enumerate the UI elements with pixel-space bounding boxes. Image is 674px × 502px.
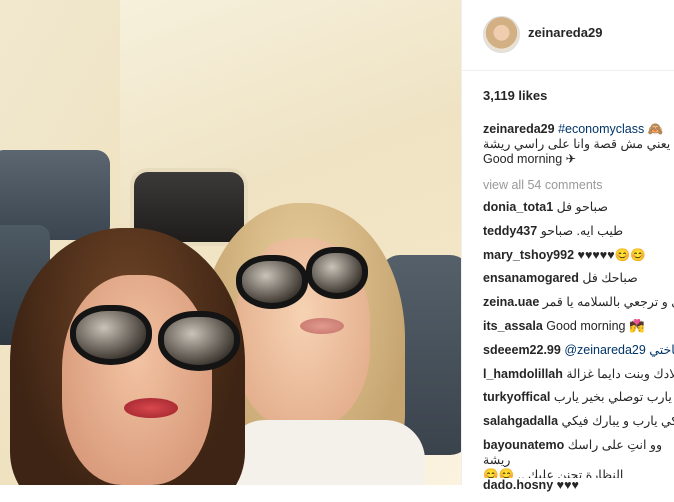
post-username[interactable]: zeinareda29 <box>528 25 602 40</box>
likes-count[interactable]: 3,119 likes <box>483 88 547 103</box>
post-photo[interactable] <box>0 0 461 485</box>
person-right-lips <box>300 318 344 334</box>
comment-username[interactable]: turkyoffical <box>483 390 550 404</box>
post-side-panel: zeinareda29 3,119 likes zeinareda29 #eco… <box>461 0 674 492</box>
comment-username[interactable]: donia_tota1 <box>483 200 553 214</box>
comment-text: طيب ايه. صباحو <box>540 223 624 238</box>
comment-username[interactable]: bayounatemo <box>483 438 564 452</box>
comment-item: ensanamogared صباحك فل <box>483 271 674 295</box>
comments-list: donia_tota1 صباحو فل teddy437 طيب ايه. ص… <box>483 200 674 502</box>
caption-greeting: Good morning ✈ <box>483 152 577 166</box>
comment-text: تروحي و ترجعي بالسلامه يا قمر <box>542 295 674 310</box>
person-right-shirt <box>225 420 425 485</box>
post-header: zeinareda29 <box>462 0 674 71</box>
comment-text-continued: النظارة تجنن عليكِ .. 😊😊 <box>483 467 624 478</box>
caption-arabic-text: عادي يعني مش قصة وانا على راسي ريشة <box>483 137 673 151</box>
comment-item: donia_tota1 صباحو فل <box>483 200 674 224</box>
comment-username[interactable]: salahgadalla <box>483 414 558 428</box>
comment-username[interactable]: ensanamogared <box>483 271 579 285</box>
comment-item: its_assala Good morning 💏 <box>483 319 674 343</box>
post-caption: zeinareda29 #economyclass 🙈 عادي يعني مش… <box>483 122 673 167</box>
comment-item: zeina.uae تروحي و ترجعي بالسلامه يا قمر <box>483 295 674 319</box>
comment-username[interactable]: teddy437 <box>483 224 537 238</box>
person-left-face <box>62 275 212 485</box>
comment-text: Good morning 💏 <box>546 318 645 333</box>
comment-item: dado.hosny ♥♥♥ <box>483 478 674 502</box>
caption-hashtag[interactable]: #economyclass <box>558 122 644 136</box>
comment-item: salahgadalla وديكي يارب و يبارك فيكي <box>483 414 674 438</box>
comment-text: @zeinareda29 ياختي <box>564 342 674 357</box>
caption-username[interactable]: zeinareda29 <box>483 122 555 136</box>
monkey-icon: 🙈 <box>647 122 664 136</box>
comment-item: l_hamdolillah ولادك وبنت دايما غزالة <box>483 367 674 391</box>
comment-text: صباحو فل <box>556 200 608 214</box>
comment-username[interactable]: l_hamdolillah <box>483 367 563 381</box>
comment-text: ♥♥♥♥♥😊😊 <box>577 247 646 262</box>
view-all-comments-link[interactable]: view all 54 comments <box>483 178 603 192</box>
comment-item: turkyoffical دنا يارب توصلي بخير يارب <box>483 390 674 414</box>
comment-item: sdeeem22.99 @zeinareda29 ياختي <box>483 343 674 367</box>
comment-username[interactable]: mary_tshoy992 <box>483 248 574 262</box>
comment-username[interactable]: zeina.uae <box>483 295 539 309</box>
person-left-lips <box>124 398 178 418</box>
comment-text: ولادك وبنت دايما غزالة <box>566 366 674 381</box>
comment-text: صباحك فل <box>582 271 638 286</box>
comment-text: دنا يارب توصلي بخير يارب <box>553 390 674 405</box>
comment-username[interactable]: sdeeem22.99 <box>483 343 561 357</box>
avatar[interactable] <box>483 16 520 53</box>
comment-text: وديكي يارب و يبارك فيكي <box>561 414 674 429</box>
comment-item: bayounatemo وو انتِ على راسك ريشة النظار… <box>483 438 674 478</box>
comment-item: teddy437 طيب ايه. صباحو <box>483 224 674 248</box>
comment-username[interactable]: its_assala <box>483 319 543 333</box>
comment-item: mary_tshoy992 ♥♥♥♥♥😊😊 <box>483 248 674 272</box>
